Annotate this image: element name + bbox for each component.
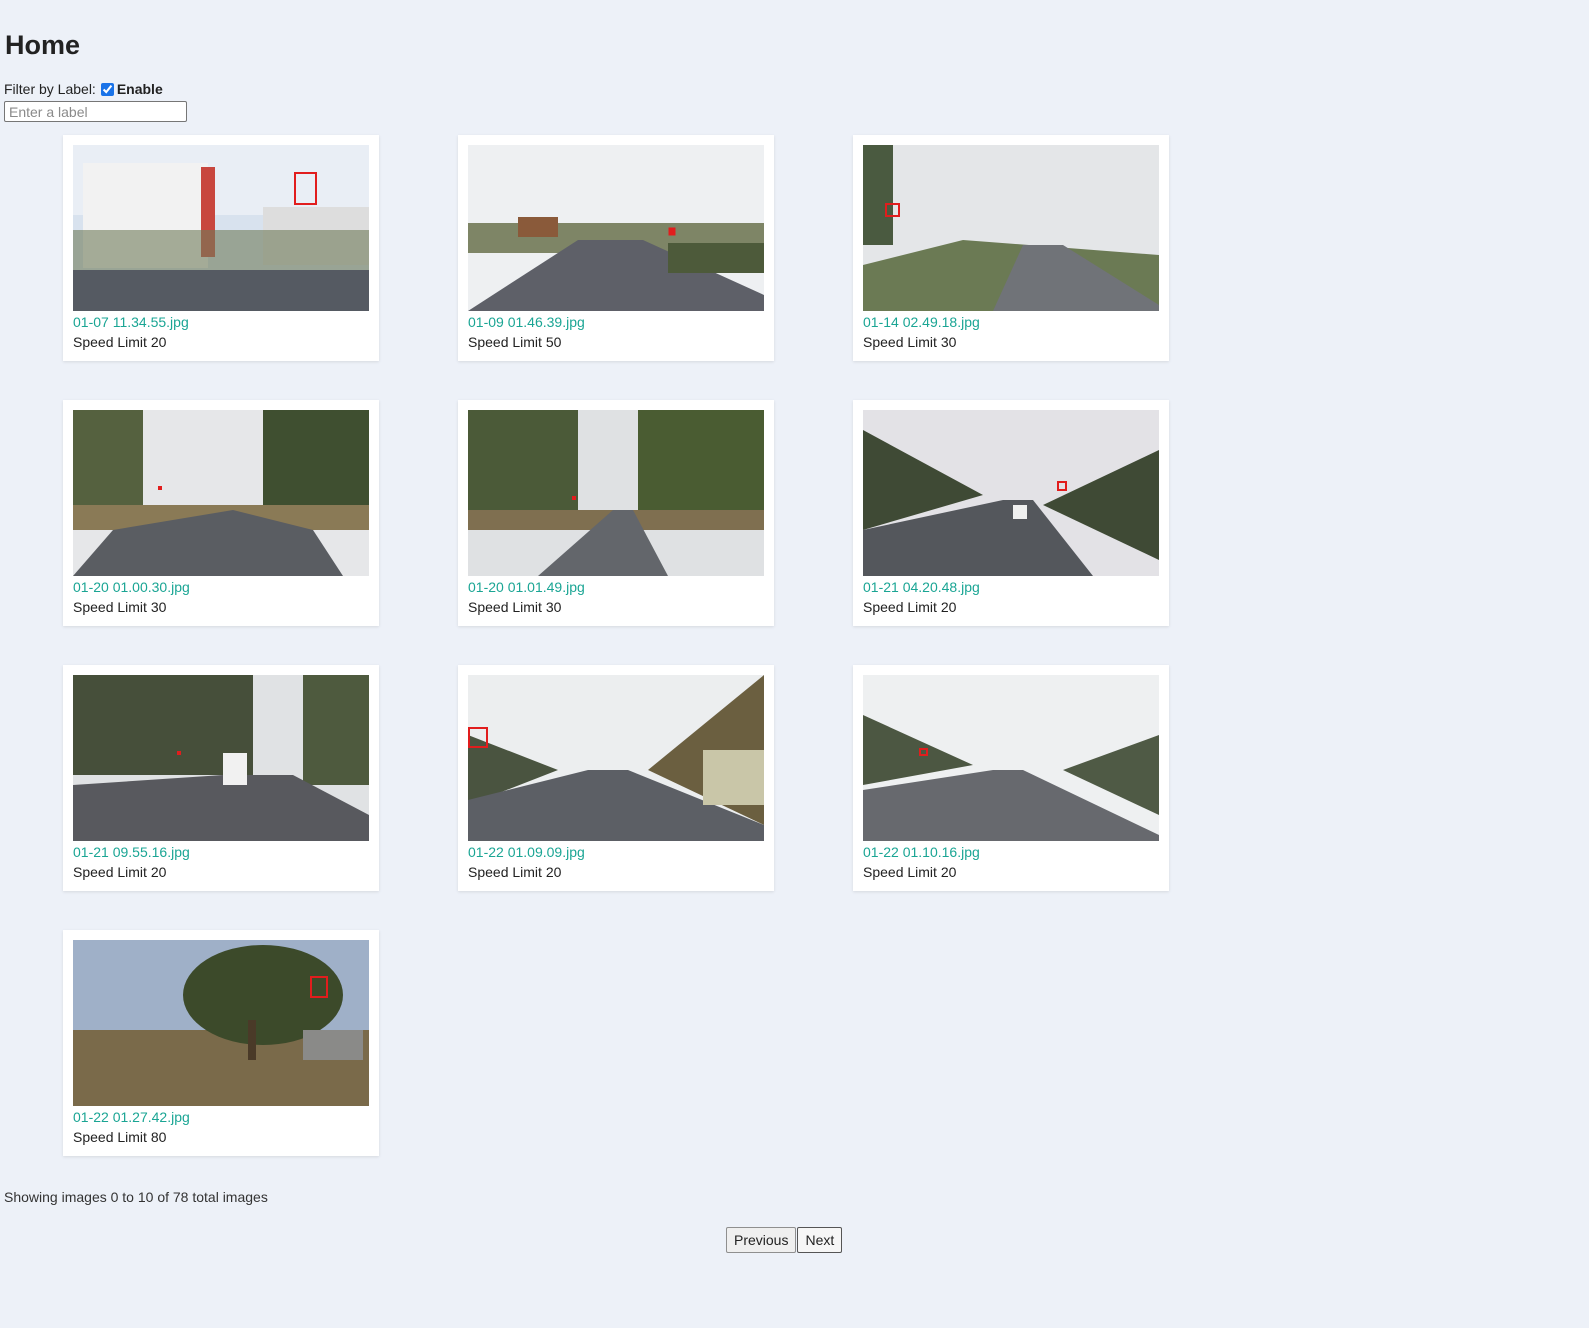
road-photo: [468, 145, 764, 311]
page-title: Home: [5, 30, 81, 60]
filter-row: Filter by Label: Enable: [4, 81, 163, 97]
image-label: Speed Limit 20: [468, 864, 562, 880]
image-thumbnail[interactable]: [73, 410, 369, 576]
image-filename-link[interactable]: 01-22 01.09.09.jpg: [468, 843, 764, 862]
image-card: 01-20 01.01.49.jpg Speed Limit 30: [458, 400, 774, 626]
image-filename-link[interactable]: 01-09 01.46.39.jpg: [468, 313, 764, 332]
road-photo: [863, 675, 1159, 841]
image-card: 01-21 04.20.48.jpg Speed Limit 20: [853, 400, 1169, 626]
label-filter-input[interactable]: [4, 101, 187, 122]
filter-enable-checkbox[interactable]: [100, 82, 114, 96]
road-photo: [468, 410, 764, 576]
image-filename-link[interactable]: 01-22 01.27.42.jpg: [73, 1108, 369, 1127]
filter-label: Filter by Label:: [4, 81, 96, 97]
image-label: Speed Limit 30: [73, 599, 167, 615]
image-filename-link[interactable]: 01-20 01.01.49.jpg: [468, 578, 764, 597]
image-label: Speed Limit 20: [73, 334, 167, 350]
image-thumbnail[interactable]: [73, 940, 369, 1106]
road-photo: [863, 145, 1159, 311]
road-photo: [468, 675, 764, 841]
image-thumbnail[interactable]: [863, 675, 1159, 841]
image-thumbnail[interactable]: [73, 675, 369, 841]
image-label: Speed Limit 20: [863, 864, 957, 880]
image-filename-link[interactable]: 01-21 04.20.48.jpg: [863, 578, 1159, 597]
previous-button[interactable]: Previous: [726, 1227, 797, 1253]
image-card: 01-07 11.34.55.jpg Speed Limit 20: [63, 135, 379, 361]
image-card: 01-14 02.49.18.jpg Speed Limit 30: [853, 135, 1169, 361]
image-card: 01-22 01.09.09.jpg Speed Limit 20: [458, 665, 774, 891]
image-thumbnail[interactable]: [863, 145, 1159, 311]
pagination-summary: Showing images 0 to 10 of 78 total image…: [4, 1189, 268, 1205]
image-filename-link[interactable]: 01-14 02.49.18.jpg: [863, 313, 1159, 332]
image-card: 01-22 01.10.16.jpg Speed Limit 20: [853, 665, 1169, 891]
image-label: Speed Limit 20: [73, 864, 167, 880]
filter-enable-label[interactable]: Enable: [117, 81, 163, 97]
road-photo: [863, 410, 1159, 576]
image-label: Speed Limit 50: [468, 334, 562, 350]
image-label: Speed Limit 80: [73, 1129, 167, 1145]
image-card: 01-09 01.46.39.jpg Speed Limit 50: [458, 135, 774, 361]
image-filename-link[interactable]: 01-21 09.55.16.jpg: [73, 843, 369, 862]
image-thumbnail[interactable]: [468, 145, 764, 311]
road-photo: [73, 145, 369, 311]
image-thumbnail[interactable]: [468, 675, 764, 841]
image-label: Speed Limit 30: [863, 334, 957, 350]
image-card: 01-22 01.27.42.jpg Speed Limit 80: [63, 930, 379, 1156]
image-thumbnail[interactable]: [863, 410, 1159, 576]
image-card: 01-21 09.55.16.jpg Speed Limit 20: [63, 665, 379, 891]
image-label: Speed Limit 30: [468, 599, 562, 615]
image-card: 01-20 01.00.30.jpg Speed Limit 30: [63, 400, 379, 626]
image-thumbnail[interactable]: [468, 410, 764, 576]
image-thumbnail[interactable]: [73, 145, 369, 311]
image-grid: 01-07 11.34.55.jpg Speed Limit 20 01-09 …: [63, 135, 1169, 1156]
road-photo: [73, 675, 369, 841]
road-photo: [73, 410, 369, 576]
next-button[interactable]: Next: [797, 1227, 843, 1253]
pagination: Previous Next: [726, 1227, 843, 1253]
image-filename-link[interactable]: 01-20 01.00.30.jpg: [73, 578, 369, 597]
image-filename-link[interactable]: 01-22 01.10.16.jpg: [863, 843, 1159, 862]
road-photo: [73, 940, 369, 1106]
image-label: Speed Limit 20: [863, 599, 957, 615]
image-filename-link[interactable]: 01-07 11.34.55.jpg: [73, 313, 369, 332]
